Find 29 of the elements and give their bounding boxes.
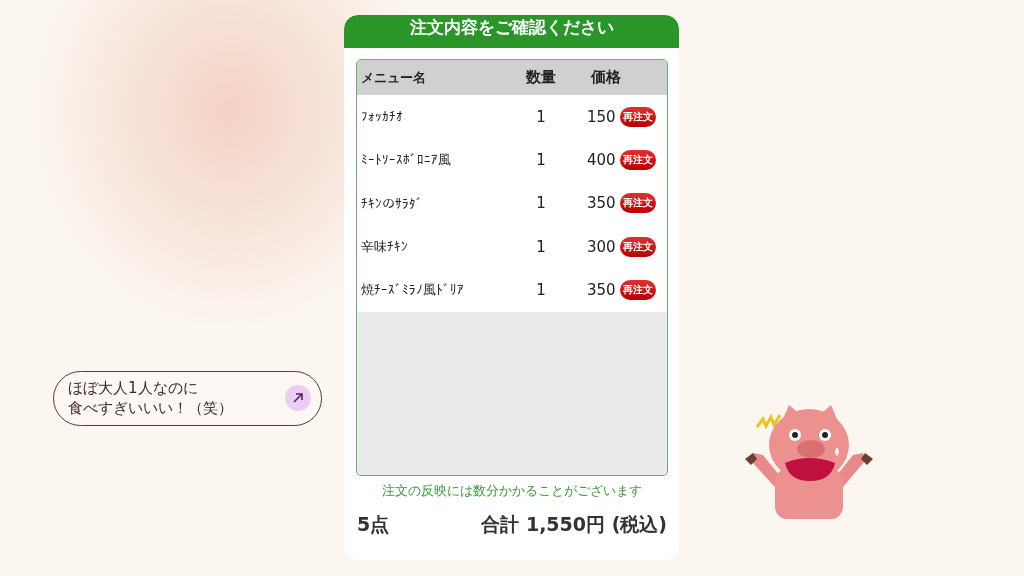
quantity-cell-text: 1 [535,107,547,126]
price-cell: 400 [587,151,616,170]
column-header: 数量 [525,68,557,87]
reorder-button[interactable]: 再注文 [619,150,656,171]
quantity-cell-text: 1 [535,281,547,300]
reorder-button[interactable]: 再注文 [619,280,656,301]
comment-text: 食べすぎいいい！（笑） [68,398,233,418]
price-cell: 350 [587,194,616,213]
menu-item-name: ﾁｷﾝのｻﾗﾀﾞ [361,195,424,211]
quantity-cell-text: 1 [535,151,547,170]
price-cell: 150 [587,107,616,126]
price-cell: 300 [587,237,616,256]
column-header: 価格 [589,68,622,87]
notice-text: 注文の反映には数分かかることがございます [380,482,643,500]
menu-item-name: ﾐｰﾄｿｰｽﾎﾞﾛﾆｱ風 [361,151,452,170]
order-total: 合計 1,550円 (税込) [481,512,667,537]
column-header: メニュー名 [361,68,427,87]
reorder-button[interactable]: 再注文 [619,236,656,257]
screen-title: 注文内容をご確認ください [344,15,679,48]
quantity-cell-text: 1 [535,237,547,256]
menu-item-name: 辛味ﾁｷﾝ [361,237,409,256]
menu-item-name: 焼ﾁｰｽﾞﾐﾗﾉ風ﾄﾞﾘｱ [361,281,465,300]
quantity-cell-text: 1 [535,194,547,213]
item-count: 5点 [357,512,390,537]
comment-text: ほぼ大人1人なのに [68,378,199,398]
reorder-button[interactable]: 再注文 [619,106,656,127]
reorder-button[interactable]: 再注文 [619,193,656,214]
price-cell: 350 [587,281,616,300]
menu-item-name: ﾌｫｯｶﾁｵ [361,109,404,125]
